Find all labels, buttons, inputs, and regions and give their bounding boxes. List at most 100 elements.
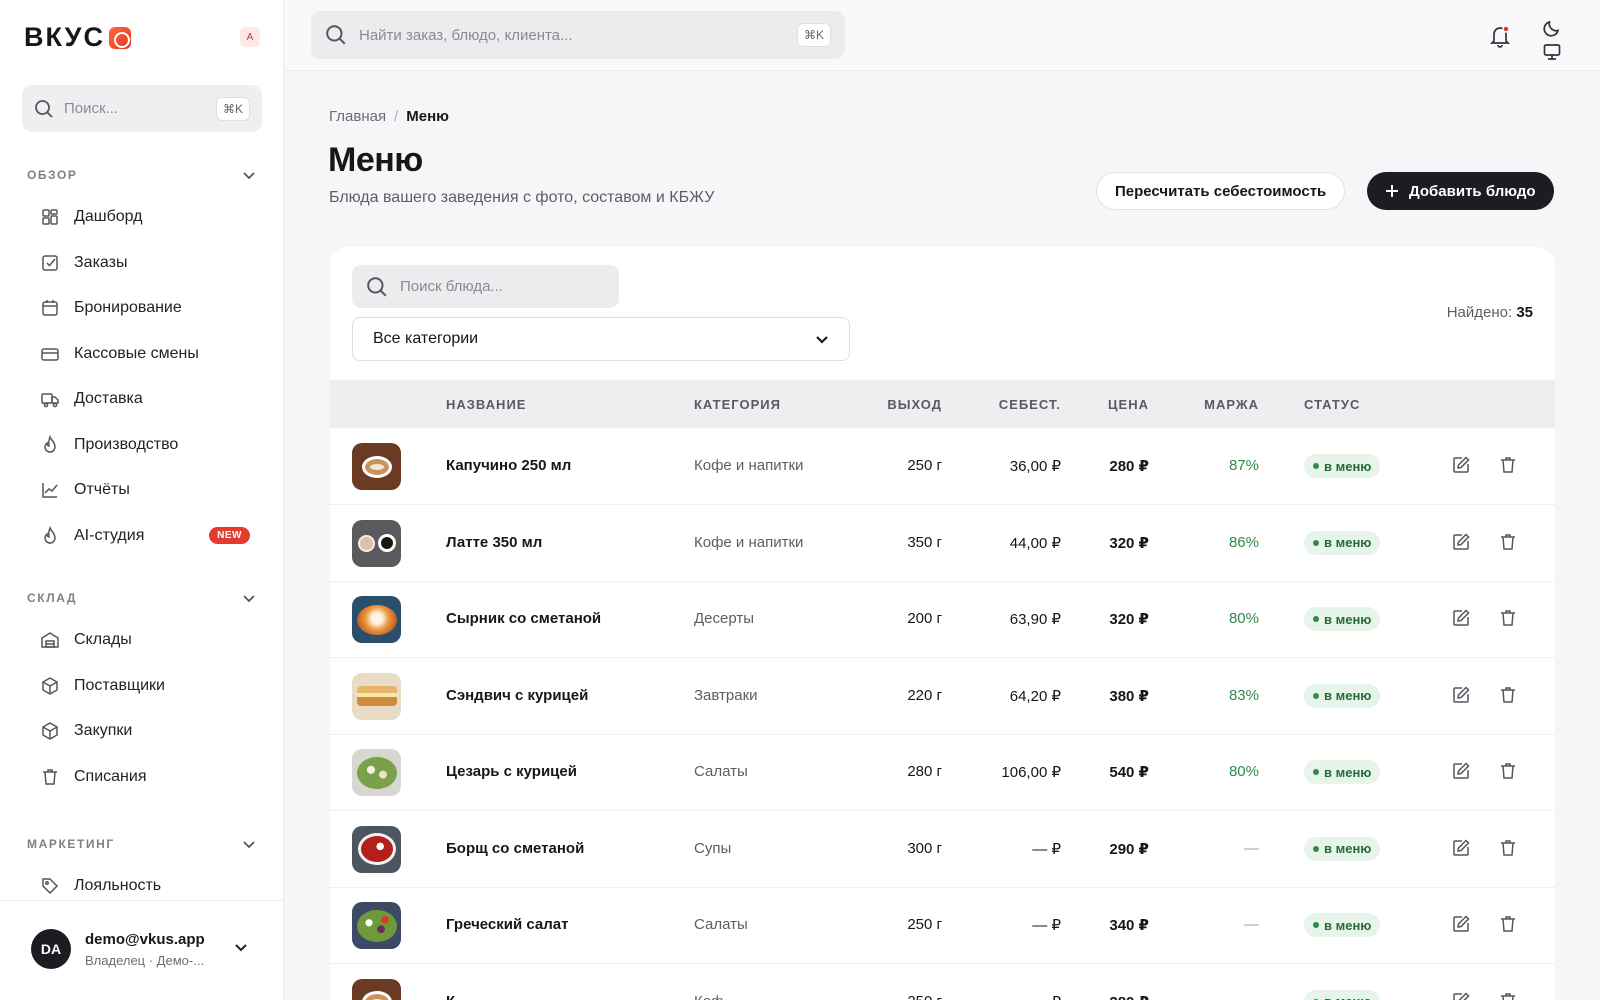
col-margin[interactable]: МАРЖА [1204, 397, 1259, 412]
section-1-header[interactable]: СКЛАД [27, 590, 257, 606]
delete-icon[interactable] [1498, 914, 1518, 934]
col-cost[interactable]: СЕБЕСТ. [999, 397, 1061, 412]
status-dot-icon [1313, 616, 1319, 622]
status-dot-icon [1313, 539, 1319, 546]
chevron-down-icon[interactable] [241, 167, 257, 183]
trash-icon [43, 768, 57, 785]
add-dish-button[interactable]: Добавить блюдо [1367, 172, 1554, 210]
sidebar-item-1-2[interactable]: Закупки [40, 712, 250, 750]
status-badge: в меню [1304, 760, 1381, 784]
brand-logo[interactable]: ВКУС [24, 22, 131, 53]
dish-category: Кофе и напитки [694, 457, 804, 474]
sidebar-item-0-4[interactable]: Доставка [40, 380, 250, 418]
flame-icon [44, 525, 56, 544]
chevron-down-icon[interactable] [241, 590, 257, 606]
dish-margin: 80% [1228, 763, 1259, 780]
col-name[interactable]: НАЗВАНИЕ [446, 397, 526, 412]
edit-icon[interactable] [1451, 991, 1471, 1000]
dish-photo [352, 825, 401, 873]
chart-icon [42, 483, 58, 498]
sidebar-search[interactable]: Поиск... ⌘K [22, 85, 262, 132]
section-title: ОБЗОР [27, 168, 78, 182]
table-row[interactable]: Цезарь с курицей Салаты 280 г 106,00 ₽ 5… [330, 734, 1555, 811]
table-row[interactable]: К... Коф... 250 г — ₽ 280 ₽ в меню [330, 964, 1555, 1000]
edit-icon[interactable] [1451, 761, 1471, 781]
sidebar-item-1-1[interactable]: Поставщики [40, 667, 250, 705]
delete-icon[interactable] [1498, 991, 1518, 1000]
sidebar-item-label: Дашборд [74, 208, 143, 225]
edit-icon[interactable] [1451, 608, 1471, 628]
dish-name[interactable]: Греческий салат [446, 916, 568, 933]
monitor-icon[interactable] [1542, 42, 1562, 62]
dish-margin: 80% [1228, 610, 1259, 627]
sidebar-item-1-3[interactable]: Списания [40, 758, 250, 796]
sidebar-item-0-1[interactable]: Заказы [40, 244, 250, 282]
sidebar-item-0-7[interactable]: AI-студия NEW [40, 517, 250, 555]
dish-name[interactable]: Капучино 250 мл [446, 457, 571, 474]
found-counter: Найдено: 35 [1447, 304, 1533, 321]
table-row[interactable]: Греческий салат Салаты 250 г — ₽ 340 ₽ —… [330, 887, 1555, 964]
delete-icon[interactable] [1498, 838, 1518, 858]
dish-search[interactable]: Поиск блюда... [352, 265, 619, 308]
dish-price: 540 ₽ [1109, 764, 1149, 781]
col-status[interactable]: СТАТУС [1304, 397, 1360, 412]
dish-output: 250 г [907, 457, 942, 474]
table-row[interactable]: Сэндвич с курицей Завтраки 220 г 64,20 ₽… [330, 658, 1555, 735]
delete-icon[interactable] [1498, 532, 1518, 552]
sidebar-search-input[interactable]: Поиск... [64, 100, 216, 117]
category-select[interactable]: Все категории [352, 317, 850, 361]
dish-name[interactable]: К... [446, 993, 468, 1000]
status-label: в меню [1324, 611, 1372, 627]
section-2-header[interactable]: МАРКЕТИНГ [27, 836, 257, 852]
dish-name[interactable]: Цезарь с курицей [446, 763, 577, 780]
global-search[interactable]: Найти заказ, блюдо, клиента... ⌘K [311, 11, 845, 59]
table-row[interactable]: Борщ со сметаной Супы 300 г — ₽ 290 ₽ — … [330, 811, 1555, 888]
dish-name[interactable]: Сэндвич с курицей [446, 687, 588, 704]
col-price[interactable]: ЦЕНА [1108, 397, 1149, 412]
moon-icon[interactable] [1542, 18, 1562, 38]
sidebar-item-0-6[interactable]: Отчёты [40, 471, 250, 509]
dish-cost: 44,00 ₽ [1009, 534, 1061, 552]
status-label: в меню [1324, 535, 1372, 550]
col-category[interactable]: КАТЕГОРИЯ [694, 397, 781, 412]
table-row[interactable]: Капучино 250 мл Кофе и напитки 250 г 36,… [330, 428, 1555, 505]
section-0-header[interactable]: ОБЗОР [27, 167, 257, 183]
chevron-down-icon[interactable] [241, 836, 257, 852]
dish-name[interactable]: Латте 350 мл [446, 534, 542, 551]
table-row[interactable]: Сырник со сметаной Десерты 200 г 63,90 ₽… [330, 581, 1555, 658]
delete-icon[interactable] [1498, 761, 1518, 781]
page-title: Меню [328, 141, 423, 179]
tag-icon [42, 878, 59, 895]
dish-name[interactable]: Борщ со сметаной [446, 840, 584, 857]
edit-icon[interactable] [1451, 685, 1471, 705]
workspace-avatar[interactable]: A [240, 27, 260, 47]
edit-icon[interactable] [1451, 838, 1471, 858]
dish-output: 200 г [907, 610, 942, 627]
delete-icon[interactable] [1498, 685, 1518, 705]
dish-photo [352, 443, 401, 490]
bell-icon[interactable] [1489, 24, 1511, 48]
sidebar-item-0-5[interactable]: Производство [40, 426, 250, 464]
user-menu[interactable]: DA demo@vkus.app Владелец · Демо-... [0, 900, 283, 1000]
breadcrumb-separator: / [394, 108, 399, 125]
recalc-cost-button[interactable]: Пересчитать себестоимость [1096, 172, 1346, 210]
chevron-down-icon[interactable] [232, 939, 250, 957]
delete-icon[interactable] [1498, 608, 1518, 628]
col-output[interactable]: ВЫХОД [887, 397, 942, 412]
sidebar-item-0-2[interactable]: Бронирование [40, 289, 250, 327]
delete-icon[interactable] [1498, 455, 1518, 475]
dish-search-input[interactable]: Поиск блюда... [400, 278, 503, 295]
dish-margin: — [1244, 839, 1259, 857]
sidebar-item-0-3[interactable]: Кассовые смены [40, 335, 250, 373]
edit-icon[interactable] [1451, 455, 1471, 475]
sidebar-item-0-0[interactable]: Дашборд [40, 198, 250, 236]
edit-icon[interactable] [1451, 532, 1471, 552]
table-row[interactable]: Латте 350 мл Кофе и напитки 350 г 44,00 … [330, 505, 1555, 582]
user-avatar: DA [31, 929, 71, 969]
sidebar-item-1-0[interactable]: Склады [40, 621, 250, 659]
global-search-input[interactable]: Найти заказ, блюдо, клиента... [359, 27, 797, 44]
edit-icon[interactable] [1451, 914, 1471, 934]
dish-name[interactable]: Сырник со сметаной [446, 610, 601, 627]
breadcrumb-home[interactable]: Главная [329, 108, 386, 125]
status-badge: в меню [1304, 989, 1381, 1000]
